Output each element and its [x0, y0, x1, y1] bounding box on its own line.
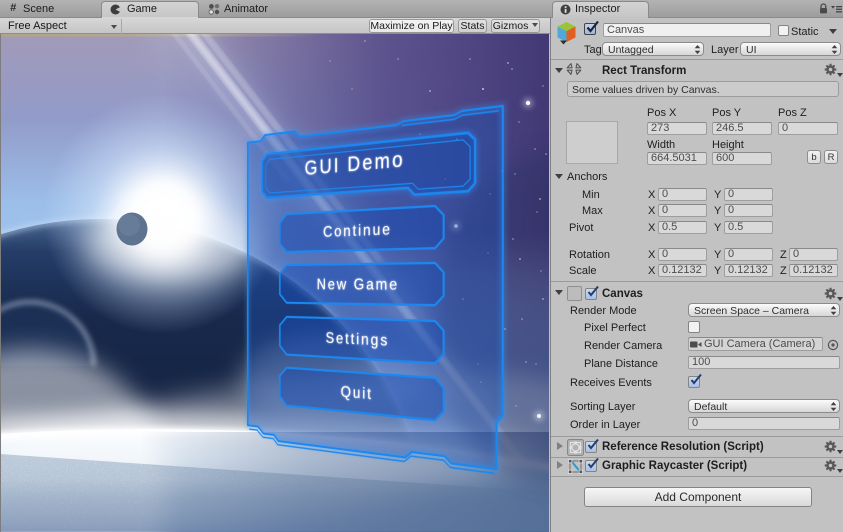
svg-text:New Game: New Game	[317, 276, 400, 294]
svg-text:Settings: Settings	[326, 330, 390, 351]
svg-text:Continue: Continue	[323, 221, 392, 242]
svg-text:Quit: Quit	[341, 383, 373, 404]
